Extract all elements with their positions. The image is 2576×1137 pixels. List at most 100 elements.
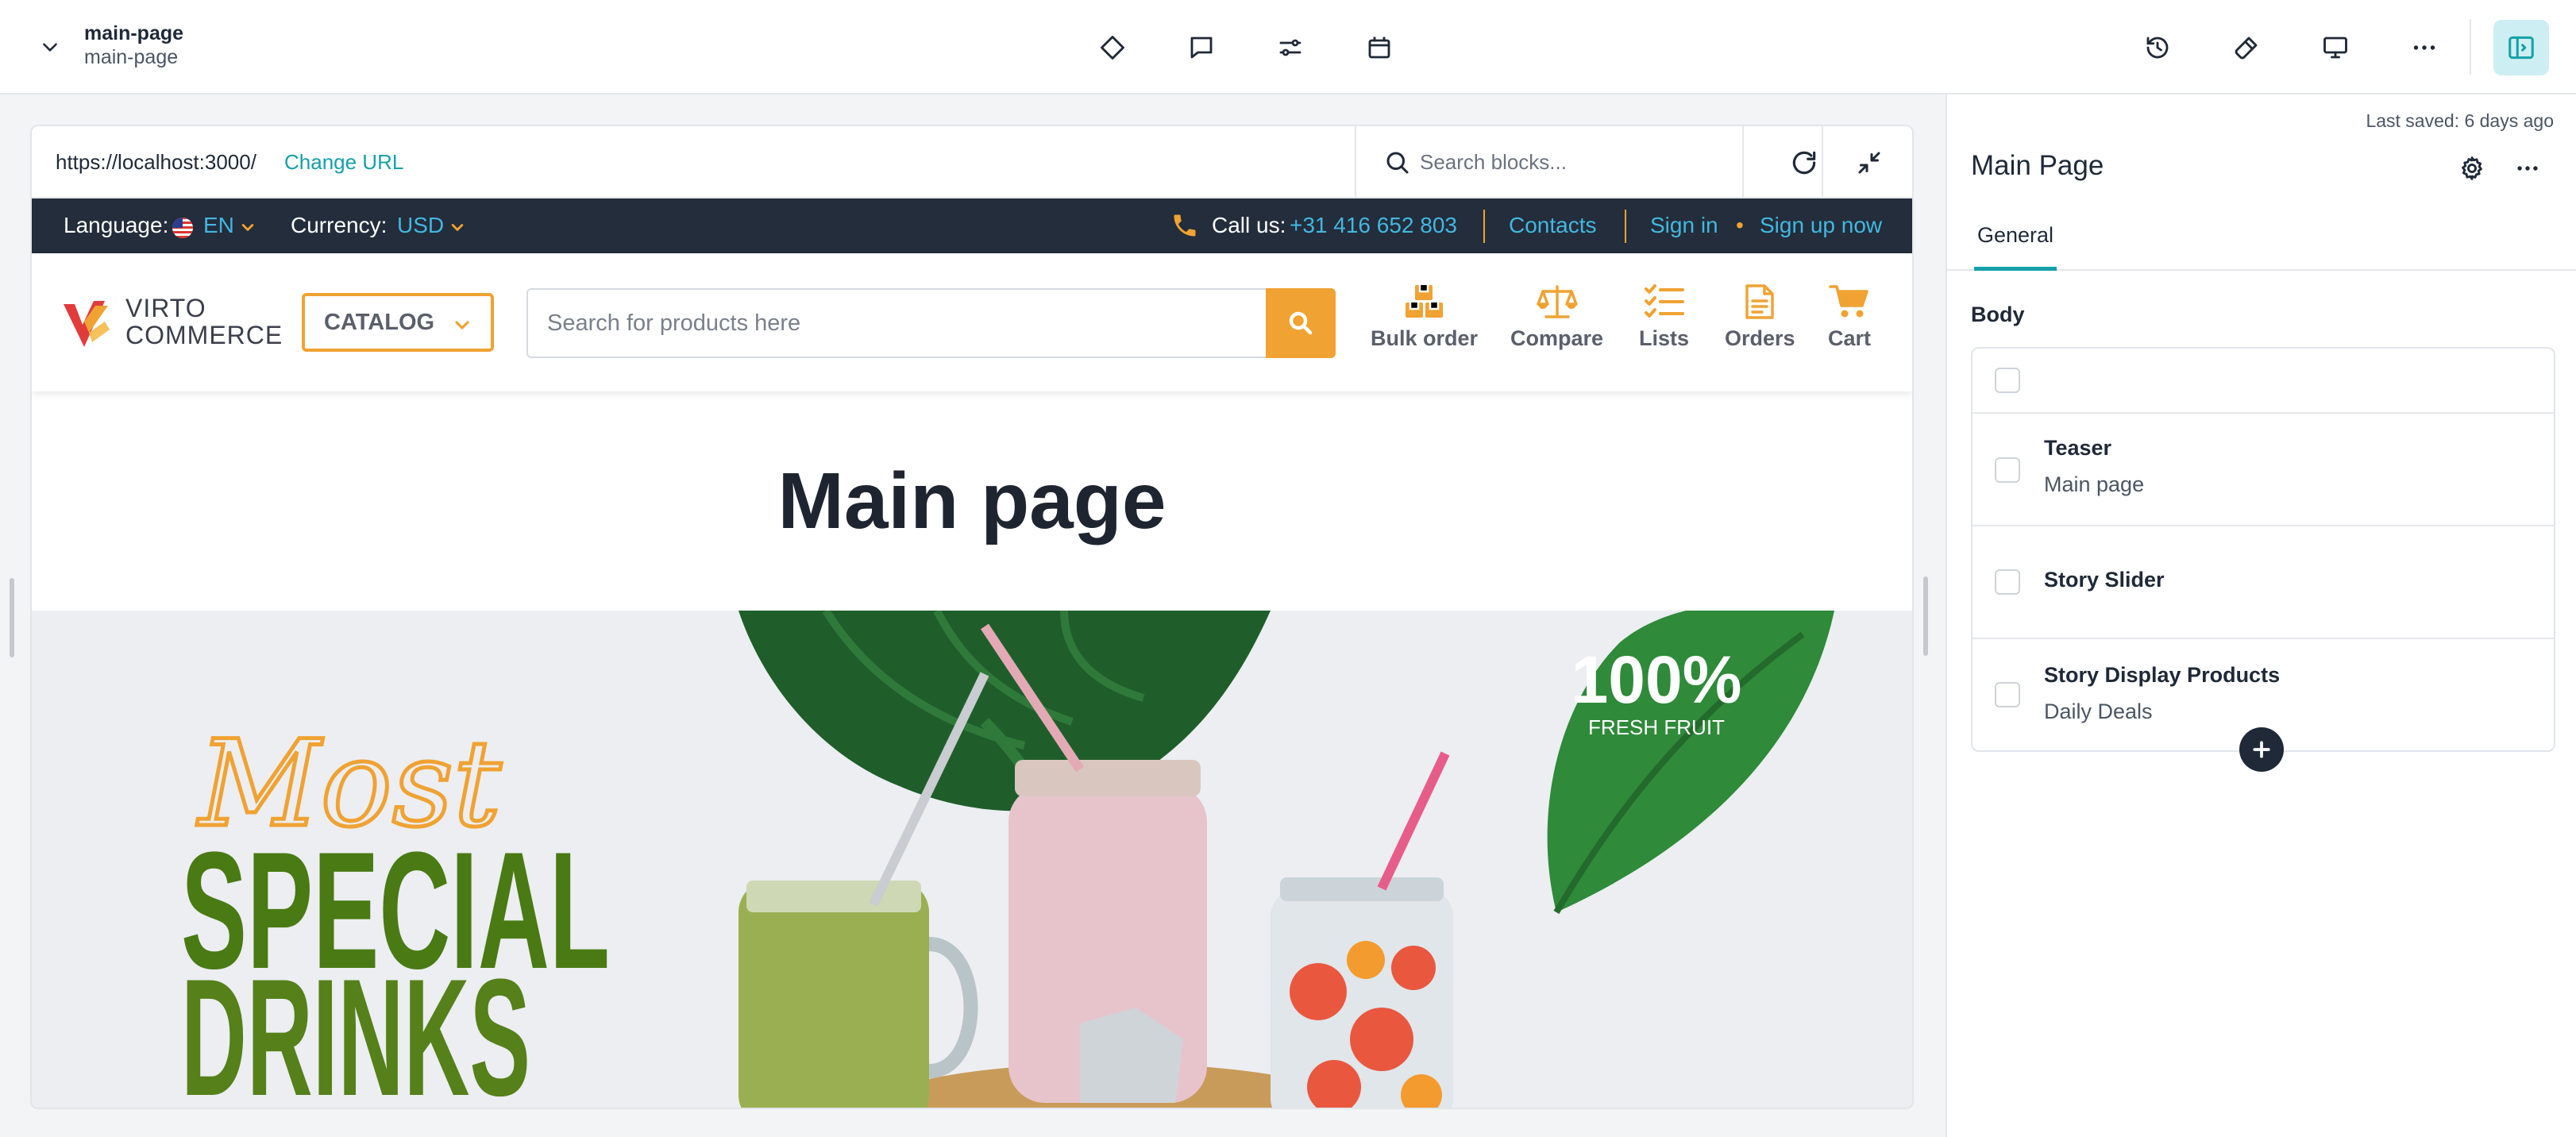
comments-button[interactable] [1180, 26, 1223, 69]
select-all-checkbox[interactable] [1995, 368, 2020, 393]
block-name: Teaser [2044, 436, 2112, 460]
block-checkbox[interactable] [1995, 682, 2020, 707]
block-checkbox[interactable] [1995, 569, 2020, 595]
block-search-input[interactable] [1420, 142, 1722, 182]
nav-bulk-order[interactable]: Bulk order [1371, 283, 1478, 351]
panel-tabs: General [1947, 214, 2576, 271]
left-resize-handle[interactable] [10, 578, 14, 657]
block-name: Story Display Products [2044, 663, 2281, 687]
collapse-preview-button[interactable] [1847, 141, 1892, 185]
divider [1822, 126, 1823, 198]
nav-compare-label: Compare [1510, 326, 1604, 350]
us-flag-icon [172, 217, 194, 239]
change-url-link[interactable]: Change URL [284, 150, 403, 175]
phone-link[interactable]: +31 416 652 803 [1290, 213, 1457, 238]
product-search-button[interactable] [1266, 288, 1336, 358]
call-label: Call us: [1212, 213, 1286, 237]
divider [1742, 126, 1744, 198]
schedule-button[interactable] [1358, 26, 1401, 69]
preview-frame: https://localhost:3000/ Change URL Langu… [30, 125, 1914, 1109]
add-block-button[interactable] [2239, 727, 2284, 772]
block-checkbox[interactable] [1995, 457, 2020, 483]
currency-selector[interactable]: USD [397, 213, 444, 238]
nav-orders-label: Orders [1725, 326, 1795, 350]
history-icon [2146, 37, 2169, 59]
preview-url: https://localhost:3000/ [56, 150, 256, 174]
currency-label: Currency: [291, 213, 388, 237]
nav-cart-label: Cart [1828, 326, 1872, 350]
cart-icon [1829, 285, 1868, 318]
more-icon [2413, 45, 2435, 50]
editor-toolbar: main-page main-page [0, 0, 2576, 94]
catalog-label: CATALOG [324, 310, 435, 335]
list-item[interactable]: Story Slider [1972, 525, 2554, 638]
refresh-icon [1792, 151, 1816, 175]
history-button[interactable] [2136, 26, 2179, 69]
toolbar-divider [2470, 19, 2471, 75]
phone-icon [1174, 214, 1196, 237]
hero-banner[interactable]: 100% FRESH FRUIT Most SPECIAL DRINKS [32, 611, 1912, 1108]
search-icon [1386, 152, 1409, 174]
panel-more-button[interactable] [2508, 148, 2547, 188]
diamond-icon [1101, 36, 1124, 60]
settings-sliders-button[interactable] [1269, 26, 1312, 69]
right-resize-handle[interactable] [1923, 576, 1928, 656]
device-preview-button[interactable] [2314, 26, 2357, 69]
plus-icon [2253, 741, 2270, 758]
properties-panel: Last saved: 6 days ago Main Page General… [1945, 94, 2576, 1137]
fruit-water-image [1271, 751, 1453, 1108]
nav-cart[interactable]: Cart [1828, 283, 1871, 351]
badge-small: FRESH FRUIT [1588, 715, 1725, 739]
language-selector[interactable]: EN [203, 213, 234, 238]
nav-bulk-order-label: Bulk order [1371, 326, 1479, 350]
block-subtitle: Daily Deals [2044, 700, 2153, 723]
contacts-link[interactable]: Contacts [1509, 213, 1597, 238]
boxes-icon [1405, 285, 1443, 318]
page-selector-toggle[interactable] [32, 29, 68, 65]
hero-illustration: 100% FRESH FRUIT Most SPECIAL DRINKS [181, 611, 1834, 1108]
sign-in-link[interactable]: Sign in [1650, 213, 1718, 238]
nav-compare[interactable]: Compare [1510, 283, 1603, 351]
site-header: VIRTO COMMERCE CATALOG Bulk order Compar… [32, 253, 1912, 391]
more-options-button[interactable] [2403, 26, 2446, 69]
chevron-down-icon [43, 43, 57, 52]
page-settings-button[interactable] [2452, 148, 2492, 188]
comment-icon [1190, 37, 1213, 59]
page-title: main-page [84, 22, 184, 44]
catalog-button[interactable]: CATALOG [302, 293, 494, 352]
body-section-label: Body [1971, 303, 2025, 326]
main-heading: Main page [777, 456, 1167, 545]
scales-icon [1536, 285, 1578, 318]
page-slug: main-page [84, 46, 179, 68]
nav-lists-label: Lists [1639, 326, 1690, 350]
collapse-icon [1858, 152, 1880, 174]
nav-lists[interactable]: Lists [1639, 283, 1689, 351]
last-saved-status: Last saved: 6 days ago [2366, 110, 2554, 131]
monitor-icon [2323, 37, 2347, 59]
build-button[interactable] [2225, 26, 2268, 69]
block-list-header [1972, 349, 2554, 412]
toggle-sidebar-button[interactable] [2493, 20, 2549, 75]
hammer-icon [2235, 37, 2258, 60]
block-subtitle: Main page [2044, 472, 2145, 496]
chevron-down-icon [241, 224, 254, 231]
gear-icon [2462, 156, 2482, 180]
search-icon [1289, 311, 1313, 335]
more-icon [2517, 166, 2538, 171]
block-search [1356, 126, 1742, 198]
panel-title: Main Page [1971, 150, 2104, 181]
sign-up-link[interactable]: Sign up now [1760, 213, 1882, 238]
refresh-button[interactable] [1782, 141, 1826, 185]
tab-general[interactable]: General [1974, 214, 2057, 271]
divider [1625, 210, 1626, 243]
logo-line-1: VIRTO [125, 294, 206, 322]
list-item[interactable]: Teaser Main page [1972, 412, 2554, 525]
product-search-input[interactable] [526, 288, 1267, 358]
panel-toggle-icon [2509, 36, 2534, 60]
block-name: Story Slider [2044, 568, 2165, 592]
calendar-icon [1368, 37, 1390, 59]
divider [1483, 210, 1485, 243]
diamond-button[interactable] [1091, 26, 1134, 69]
nav-orders[interactable]: Orders [1725, 283, 1795, 351]
chevron-down-icon [451, 224, 464, 231]
